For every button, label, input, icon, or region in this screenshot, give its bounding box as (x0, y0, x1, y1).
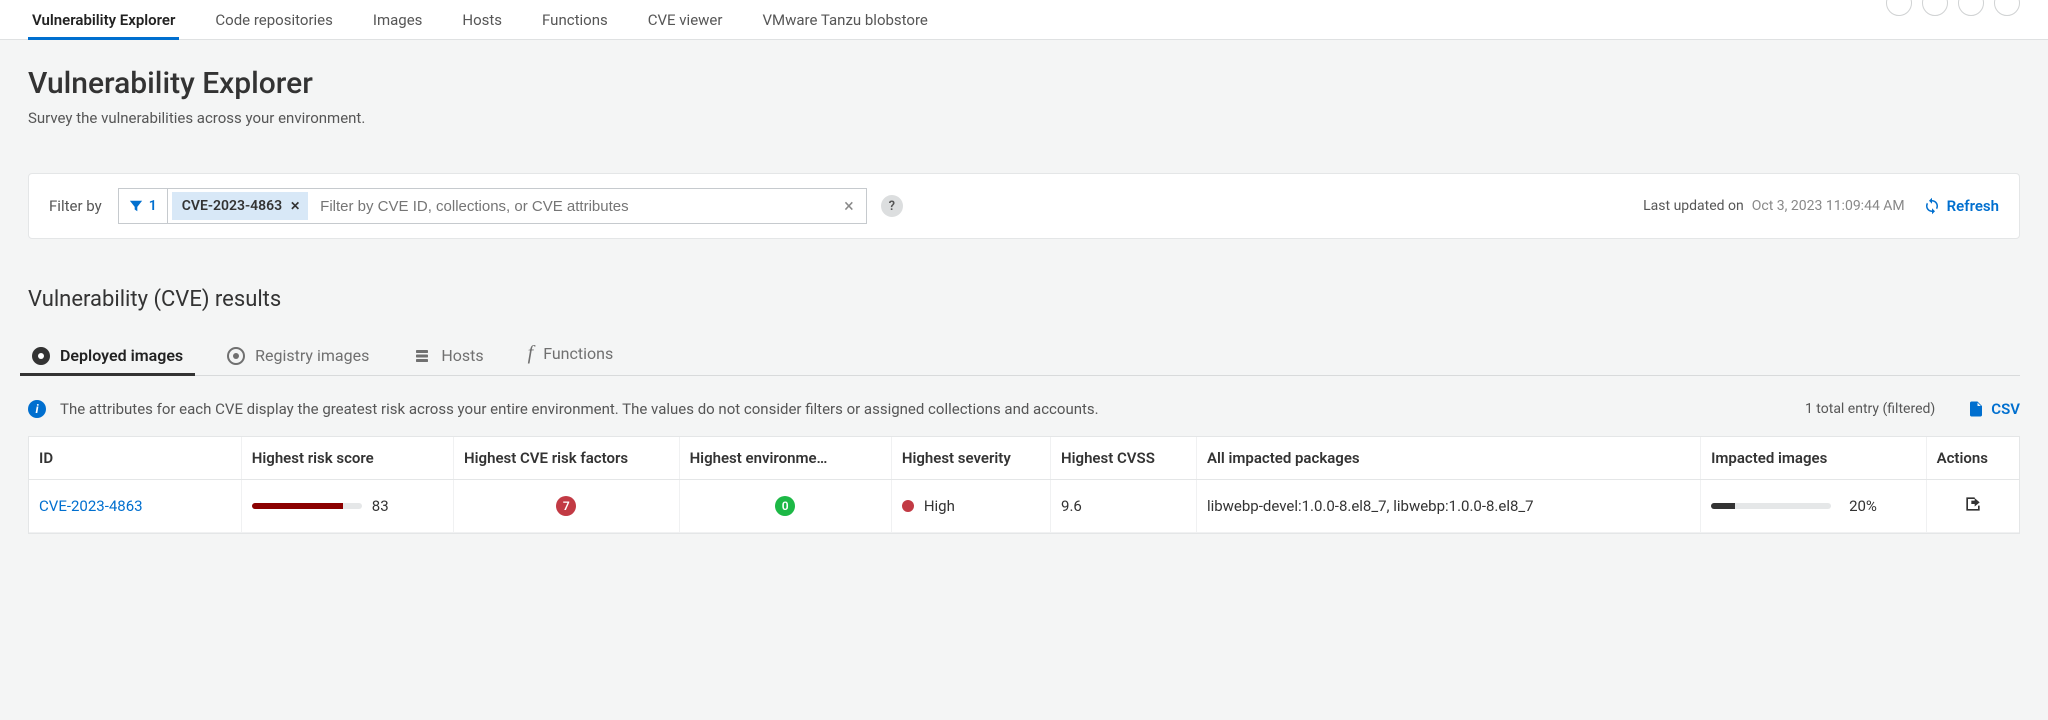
filter-right: Last updated on Oct 3, 2023 11:09:44 AM … (1643, 197, 1999, 215)
risk-bar (252, 503, 362, 509)
main-tabs: Vulnerability Explorer Code repositories… (0, 0, 2048, 40)
result-tab-hosts[interactable]: Hosts (409, 336, 487, 375)
result-tabs: Deployed images Registry images Hosts f … (28, 332, 2020, 376)
export-icon[interactable] (1963, 494, 1983, 514)
total-entry: 1 total entry (filtered) (1805, 401, 1935, 417)
refresh-button[interactable]: Refresh (1923, 197, 1999, 215)
info-text: The attributes for each CVE display the … (60, 400, 1791, 418)
tab-vmware-tanzu-blobstore[interactable]: VMware Tanzu blobstore (758, 1, 931, 39)
env-badge: 0 (775, 496, 795, 516)
header-icon[interactable] (1886, 0, 1912, 16)
last-updated-value: Oct 3, 2023 11:09:44 AM (1752, 198, 1905, 214)
filter-input[interactable] (312, 189, 832, 223)
impacted-images-cell: 20% (1711, 497, 1916, 515)
help-icon[interactable]: ? (881, 195, 903, 217)
filter-chip-remove[interactable]: ✕ (288, 199, 302, 213)
result-tab-label: Deployed images (60, 346, 183, 365)
packages-value: libwebp-devel:1.0.0-8.el8_7, libwebp:1.0… (1196, 480, 1700, 533)
result-tab-label: Functions (543, 344, 613, 363)
th-factors[interactable]: Highest CVE risk factors (454, 437, 680, 480)
header-icon[interactable] (1922, 0, 1948, 16)
filter-chip-label: CVE-2023-4863 (182, 198, 282, 214)
last-updated-label: Last updated on (1643, 198, 1744, 214)
info-icon: i (28, 400, 46, 418)
table-header-row: ID Highest risk score Highest CVE risk f… (29, 437, 2019, 480)
table-row[interactable]: CVE-2023-4863 83 7 0 High 9.6 libwebp- (29, 480, 2019, 533)
th-cvss[interactable]: Highest CVSS (1051, 437, 1197, 480)
refresh-icon (1923, 197, 1941, 215)
info-row: i The attributes for each CVE display th… (0, 376, 2048, 430)
result-tab-label: Hosts (441, 346, 483, 365)
deployed-icon (32, 347, 50, 365)
th-env[interactable]: Highest environme… (679, 437, 891, 480)
hosts-icon (413, 347, 431, 365)
risk-score-cell: 83 (252, 497, 443, 515)
tab-code-repositories[interactable]: Code repositories (211, 1, 336, 39)
risk-score-value: 83 (372, 497, 389, 515)
cvss-value: 9.6 (1051, 480, 1197, 533)
th-pkg[interactable]: All impacted packages (1196, 437, 1700, 480)
filter-input-group: 1 CVE-2023-4863 ✕ × (118, 188, 867, 224)
result-tab-registry[interactable]: Registry images (223, 336, 373, 375)
risk-factors-badge: 7 (556, 496, 576, 516)
header-icons (1886, 0, 2020, 16)
filter-count[interactable]: 1 (119, 189, 168, 223)
severity-label: High (924, 497, 955, 515)
page-header: Vulnerability Explorer Survey the vulner… (0, 40, 2048, 137)
tab-hosts[interactable]: Hosts (458, 1, 506, 39)
tab-images[interactable]: Images (369, 1, 427, 39)
tab-vulnerability-explorer[interactable]: Vulnerability Explorer (28, 1, 179, 39)
filter-label: Filter by (49, 197, 102, 215)
registry-icon (227, 347, 245, 365)
filter-chip[interactable]: CVE-2023-4863 ✕ (172, 192, 308, 220)
th-sev[interactable]: Highest severity (891, 437, 1050, 480)
th-id[interactable]: ID (29, 437, 241, 480)
csv-icon (1967, 400, 1985, 418)
filter-icon (129, 199, 143, 213)
header-icon[interactable] (1958, 0, 1984, 16)
filter-count-value: 1 (149, 198, 157, 214)
page-title: Vulnerability Explorer (28, 66, 2020, 101)
results-table: ID Highest risk score Highest CVE risk f… (28, 436, 2020, 534)
severity-dot (902, 500, 914, 512)
csv-label: CSV (1991, 400, 2020, 418)
filter-clear[interactable]: × (832, 196, 866, 217)
severity-cell: High (902, 497, 1040, 515)
th-actions[interactable]: Actions (1926, 437, 2019, 480)
result-tab-functions[interactable]: f Functions (524, 332, 618, 375)
function-icon: f (528, 342, 534, 365)
results-title: Vulnerability (CVE) results (0, 239, 2048, 312)
page-subtitle: Survey the vulnerabilities across your e… (28, 109, 2020, 127)
tab-cve-viewer[interactable]: CVE viewer (644, 1, 727, 39)
th-risk[interactable]: Highest risk score (241, 437, 453, 480)
tab-functions[interactable]: Functions (538, 1, 612, 39)
result-tab-deployed[interactable]: Deployed images (28, 336, 187, 375)
filter-panel: Filter by 1 CVE-2023-4863 ✕ × ? Last upd… (28, 173, 2020, 239)
cve-id-link[interactable]: CVE-2023-4863 (39, 497, 143, 515)
result-tab-label: Registry images (255, 346, 369, 365)
header-icon[interactable] (1994, 0, 2020, 16)
th-impact[interactable]: Impacted images (1701, 437, 1927, 480)
csv-export[interactable]: CSV (1967, 400, 2020, 418)
impact-pct: 20% (1849, 497, 1877, 515)
impact-bar (1711, 503, 1831, 509)
refresh-label: Refresh (1947, 197, 1999, 215)
